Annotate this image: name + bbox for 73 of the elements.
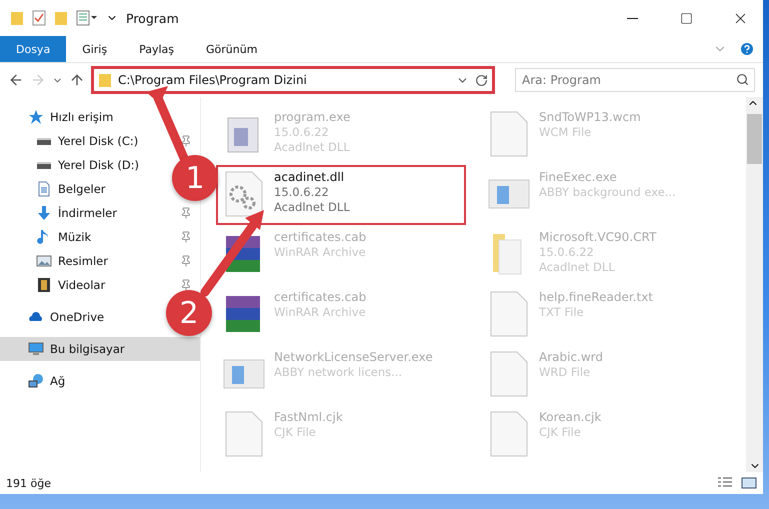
file-detail: 15.0.6.22 [539, 245, 595, 259]
file-item[interactable]: acadinet.dll 15.0.6.22 Acadlnet DLL [216, 165, 466, 225]
file-detail: WRD File [539, 365, 592, 379]
item-count: 191 öğe [6, 476, 52, 490]
file-name: certificates.cab [274, 230, 366, 244]
ribbon-tab[interactable]: Dosya [0, 36, 66, 62]
network-icon [28, 373, 44, 389]
ribbon-tab[interactable]: Görünüm [190, 36, 274, 62]
file-name: NetworkLicenseServer.exe [274, 350, 433, 364]
pin-icon [180, 207, 192, 219]
sidebar-item[interactable]: İndirmeler [0, 201, 200, 225]
pin-icon [180, 231, 192, 243]
address-path: C:\Program Files\Program Dizini [118, 73, 308, 87]
refresh-icon[interactable] [475, 74, 488, 86]
file-detail: 15.0.6.22 [274, 185, 330, 199]
pin-icon [180, 255, 192, 267]
file-detail: CJK File [539, 425, 582, 439]
pin-icon [180, 279, 192, 291]
file-name: Arabic.wrd [539, 350, 604, 364]
address-bar[interactable]: C:\Program Files\Program Dizini [91, 66, 495, 94]
up-icon[interactable] [69, 72, 85, 88]
sidebar-item[interactable]: Müzik [0, 225, 200, 249]
file-name: Microsoft.VC90.CRT [539, 230, 656, 244]
file-name: FineExec.exe [539, 170, 618, 184]
tiles-view-icon[interactable] [741, 476, 757, 490]
file-name: acadinet.dll [274, 170, 346, 184]
search-icon [736, 73, 749, 86]
properties-icon[interactable] [76, 10, 98, 26]
checklist-icon[interactable] [32, 10, 46, 26]
scrollbar[interactable] [746, 97, 763, 472]
file-name: SndToWP13.wcm [539, 110, 641, 124]
file-detail: WinRAR Archive [274, 245, 366, 259]
picture-icon [36, 253, 52, 269]
sidebar-item[interactable]: Belgeler [0, 177, 114, 201]
file-detail: WinRAR Archive [274, 305, 366, 319]
file-detail: TXT File [539, 305, 585, 319]
file-name: program.exe [274, 110, 350, 124]
window-title: Program [126, 10, 180, 26]
file-name: certificates.cab [274, 290, 366, 304]
file-detail: Acadlnet DLL [539, 260, 616, 274]
film-icon [36, 277, 52, 293]
drive-icon [36, 162, 52, 168]
ribbon-tab[interactable]: Paylaş [123, 36, 190, 62]
file-name: help.fineReader.txt [539, 290, 653, 304]
back-icon[interactable] [8, 72, 24, 88]
sidebar-item[interactable]: Resimler [0, 249, 200, 273]
document-icon [36, 181, 52, 197]
computer-icon [28, 341, 44, 357]
file-detail: WCM File [539, 125, 592, 139]
file-detail: ABBY background exe... [539, 185, 676, 199]
file-detail: Acadlnet DLL [274, 140, 350, 154]
folder-icon [98, 72, 112, 88]
scroll-thumb[interactable] [747, 114, 762, 164]
sidebar-item[interactable]: Hızlı erişim [0, 105, 122, 129]
file-name: Korean.cjk [539, 410, 602, 424]
file-detail: CJK File [274, 425, 317, 439]
maximize-icon [680, 12, 692, 24]
drive-icon [36, 138, 52, 144]
search-field[interactable]: Ara: Program [515, 68, 755, 92]
sidebar-item[interactable]: OneDrive [0, 305, 112, 329]
file-detail: 15.0.6.22 [274, 125, 330, 139]
file-detail: ABBY network licens... [274, 365, 404, 379]
sidebar-item[interactable]: Ağ [0, 369, 74, 393]
file-detail: Acadlnet DLL [274, 200, 350, 214]
ribbon-tab[interactable]: Giriş [66, 36, 124, 62]
sidebar-item[interactable]: Yerel Disk (C:) [0, 129, 200, 153]
file-name: FastNml.cjk [274, 410, 343, 424]
help-icon[interactable] [739, 41, 755, 57]
sidebar-item[interactable]: Yerel Disk (D:) [0, 153, 148, 177]
download-icon [36, 205, 52, 221]
pin-icon [180, 135, 192, 147]
sidebar-item[interactable]: Bu bilgisayar [0, 337, 200, 361]
star-icon [28, 109, 44, 125]
